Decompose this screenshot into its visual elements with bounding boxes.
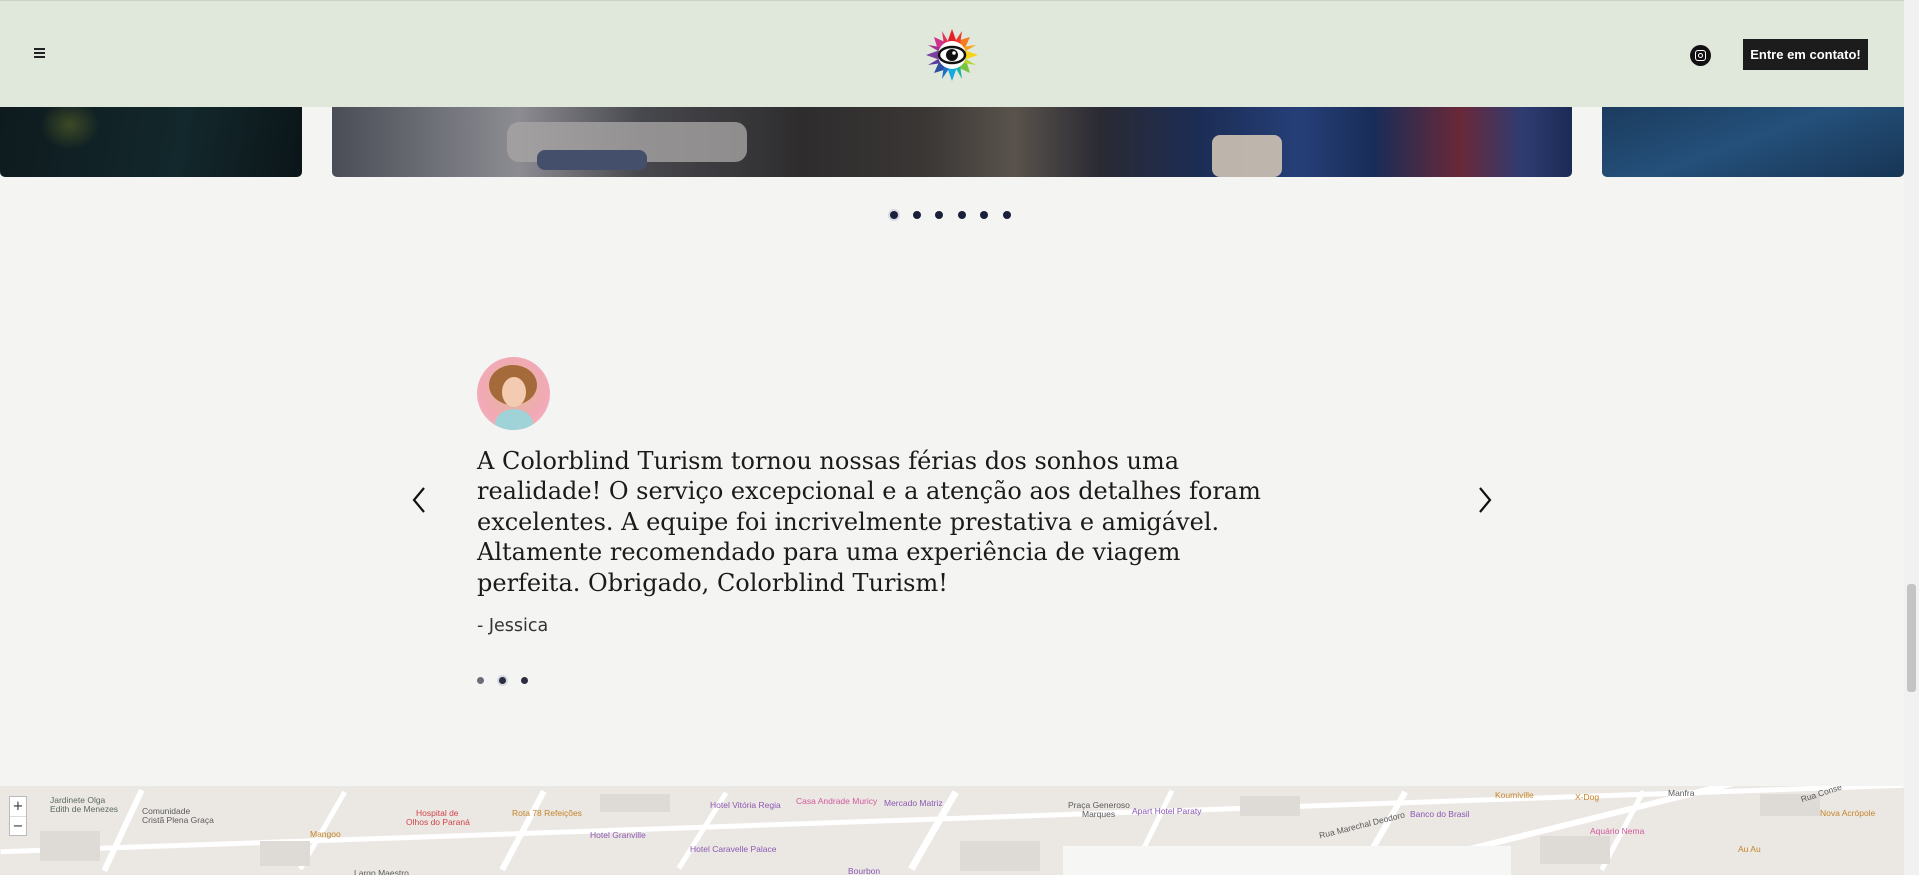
gallery-dot[interactable] (980, 211, 988, 219)
testimonial-avatar (477, 357, 550, 430)
map-label: Mercado Matriz (884, 798, 943, 808)
chevron-right-icon[interactable] (1474, 484, 1496, 516)
map-zoom-out-button[interactable]: − (10, 816, 26, 835)
gallery-dot[interactable] (912, 211, 921, 219)
map-label: Casa Andrade Muricy (796, 796, 878, 806)
location-map[interactable]: Jardinete Olga Edith de Menezes Comunidade… (0, 786, 1904, 875)
map-label: Bourbon (848, 866, 881, 875)
map-label: Koumiville (1495, 790, 1534, 800)
map-label: X-Dog (1575, 792, 1600, 802)
map-label: Nova Acrópole (1820, 808, 1876, 818)
map-label: Largo Maestro (354, 868, 409, 875)
contact-button[interactable]: Entre em contato! (1743, 39, 1868, 70)
instagram-icon[interactable] (1690, 45, 1711, 66)
map-label: Hotel Caravelle Palace (690, 844, 777, 854)
eye-flower-logo[interactable] (925, 28, 979, 82)
gallery-dot[interactable] (890, 211, 898, 219)
map-label: Manfra (1668, 788, 1695, 798)
gallery-slide-previous[interactable] (0, 100, 302, 177)
gallery-dot[interactable] (935, 211, 943, 219)
map-label: Edith de Menezes (50, 804, 119, 814)
page-scrollbar-track[interactable] (1904, 0, 1919, 875)
testimonial-dot[interactable] (521, 677, 528, 684)
map-label: Banco do Brasil (1410, 809, 1470, 819)
map-zoom-control: + − (9, 796, 27, 836)
map-label: Au Au (1738, 844, 1761, 854)
testimonial-quote: A Colorblind Turism tornou nossas férias… (477, 447, 1261, 597)
page-scrollbar-thumb[interactable] (1907, 584, 1916, 692)
hamburger-menu-icon[interactable] (34, 46, 52, 60)
testimonial-dot[interactable] (499, 677, 506, 684)
map-info-card (1063, 846, 1511, 875)
map-label: Marques (1082, 809, 1116, 819)
map-label: Olhos do Paraná (406, 817, 470, 827)
site-header: Entre em contato! (0, 0, 1904, 107)
map-label: Mangoo (310, 829, 341, 839)
map-zoom-in-button[interactable]: + (10, 797, 26, 816)
gallery-dot[interactable] (957, 211, 966, 219)
map-label: Cristã Plena Graça (142, 815, 214, 825)
gallery-pagination (890, 211, 1011, 219)
chevron-left-icon[interactable] (408, 484, 430, 516)
map-label: Rua Marechal Deodoro (1318, 809, 1406, 841)
testimonial-author: - Jessica (477, 616, 549, 636)
gallery-dot[interactable] (1002, 211, 1011, 219)
testimonial-dot[interactable] (477, 677, 484, 684)
map-label: Rota 78 Refeições (512, 808, 582, 818)
map-label: Aquário Nema (1590, 826, 1645, 836)
gallery-slide-current[interactable] (332, 100, 1572, 177)
map-label: Hotel Vitória Regia (710, 800, 781, 810)
map-label: Hotel Granville (590, 830, 646, 840)
gallery-slide-next[interactable] (1602, 100, 1904, 177)
map-label: Apart Hotel Paraty (1132, 806, 1202, 816)
testimonial-pagination (477, 677, 528, 684)
